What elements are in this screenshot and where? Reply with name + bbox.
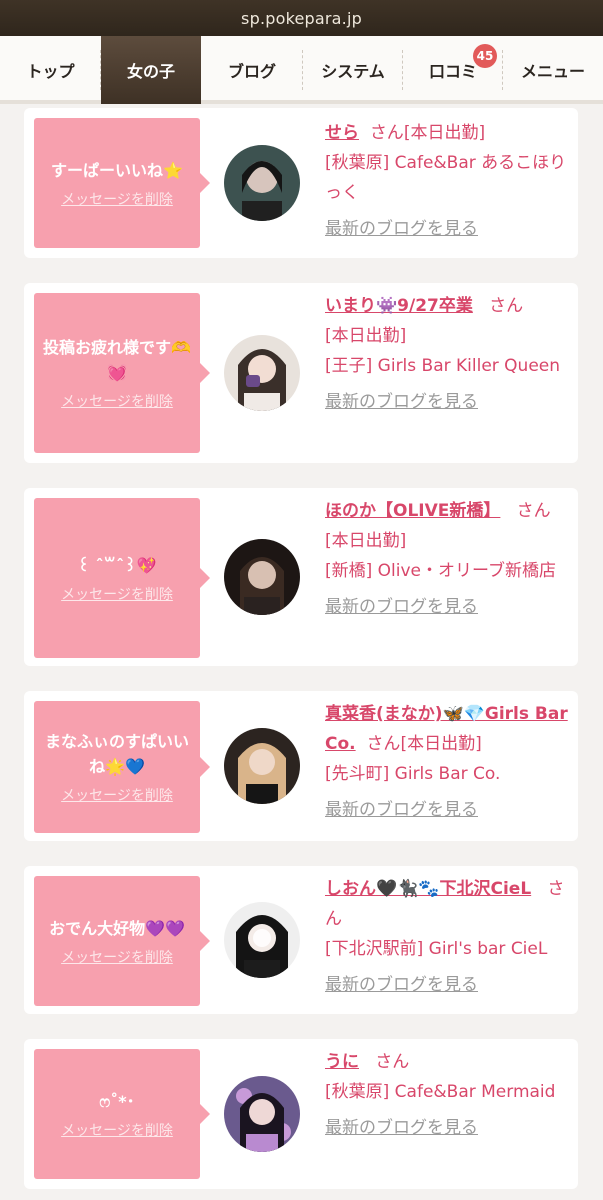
tab-girls[interactable]: 女の子: [101, 36, 201, 104]
avatar[interactable]: [224, 539, 300, 615]
avatar[interactable]: [224, 902, 300, 978]
like-card: ෆ˚*･ メッセージを削除 うに さん [秋葉原] Cafe&Bar Merma…: [24, 1039, 578, 1189]
latest-blog-link[interactable]: 最新のブログを見る: [325, 1113, 571, 1143]
latest-blog-link[interactable]: 最新のブログを見る: [325, 970, 571, 1000]
shop-location: [新橋] Olive・オリーブ新橋店: [325, 561, 556, 581]
latest-blog-link[interactable]: 最新のブログを見る: [325, 795, 571, 825]
address-bar[interactable]: sp.pokepara.jp: [0, 0, 603, 36]
url-text: sp.pokepara.jp: [241, 8, 362, 28]
delete-message-link[interactable]: メッセージを削除: [61, 949, 173, 967]
avatar[interactable]: [224, 145, 300, 221]
message-bubble: まなふぃのすぱいいね🌟💙 メッセージを削除: [34, 701, 210, 833]
message-bubble: おでん大好物💜💜 メッセージを削除: [34, 876, 210, 1006]
message-text: 投稿お疲れ様です🫶💓: [43, 338, 191, 382]
tab-menu[interactable]: メニュー: [503, 36, 603, 104]
like-card: 投稿お疲れ様です🫶💓 メッセージを削除 いまり👾9/27卒業 さん [本日出勤]…: [24, 283, 578, 463]
review-count-badge: 45: [473, 44, 497, 68]
girl-name-link[interactable]: せら: [325, 123, 359, 143]
latest-blog-link[interactable]: 最新のブログを見る: [325, 214, 571, 244]
girl-info: いまり👾9/27卒業 さん [本日出勤] [王子] Girls Bar Kill…: [325, 291, 571, 417]
girl-name-link[interactable]: いまり👾9/27卒業: [325, 296, 473, 316]
girl-info: うに さん [秋葉原] Cafe&Bar Mermaid 最新のブログを見る: [325, 1047, 571, 1143]
avatar[interactable]: [224, 728, 300, 804]
like-card: すーぱーいいね⭐ メッセージを削除 せら さん[本日出勤] [秋葉原] Cafe…: [24, 108, 578, 258]
girl-info: 真菜香(まなか)🦋💎Girls Bar Co. さん[本日出勤] [先斗町] G…: [325, 699, 571, 825]
tab-reviews[interactable]: 口コミ 45: [403, 36, 503, 104]
like-card: おでん大好物💜💜 メッセージを削除 しおん🖤🐈‍⬛🐾下北沢CieL さん [下北…: [24, 866, 578, 1014]
message-bubble: すーぱーいいね⭐ メッセージを削除: [34, 118, 210, 248]
girl-name-link[interactable]: うに: [325, 1052, 359, 1072]
message-text: すーぱーいいね⭐: [51, 160, 183, 180]
girl-name-link[interactable]: ほのか【OLIVE新橋】: [325, 501, 500, 521]
message-bubble: 投稿お疲れ様です🫶💓 メッセージを削除: [34, 293, 210, 453]
tab-system[interactable]: システム: [303, 36, 403, 104]
message-bubble: ෆ˚*･ メッセージを削除: [34, 1049, 210, 1179]
delete-message-link[interactable]: メッセージを削除: [61, 393, 173, 411]
shop-location: [先斗町] Girls Bar Co.: [325, 764, 501, 784]
like-card: ꒰ ˆ꒳ˆ꒱💖 メッセージを削除 ほのか【OLIVE新橋】 さん[本日出勤] […: [24, 488, 578, 666]
avatar[interactable]: [224, 335, 300, 411]
main-nav: トップ 女の子 ブログ システム 口コミ 45 メニュー: [0, 36, 603, 104]
delete-message-link[interactable]: メッセージを削除: [61, 1122, 173, 1140]
message-text: ෆ˚*･: [99, 1091, 135, 1111]
message-text: まなふぃのすぱいいね🌟💙: [44, 732, 189, 776]
avatar[interactable]: [224, 1076, 300, 1152]
shop-location: [秋葉原] Cafe&Bar Mermaid: [325, 1082, 556, 1102]
latest-blog-link[interactable]: 最新のブログを見る: [325, 592, 571, 622]
girl-name-link[interactable]: しおん🖤🐈‍⬛🐾下北沢CieL: [325, 879, 531, 899]
delete-message-link[interactable]: メッセージを削除: [61, 191, 173, 209]
delete-message-link[interactable]: メッセージを削除: [61, 787, 173, 805]
message-text: ꒰ ˆ꒳ˆ꒱💖: [77, 555, 157, 575]
tab-blog[interactable]: ブログ: [201, 36, 303, 104]
girl-info: ほのか【OLIVE新橋】 さん[本日出勤] [新橋] Olive・オリーブ新橋店…: [325, 496, 571, 622]
shop-location: [秋葉原] Cafe&Bar あるこほりっく: [325, 153, 567, 203]
tab-top[interactable]: トップ: [0, 36, 101, 104]
shop-location: [下北沢駅前] Girl's bar CieL: [325, 939, 548, 959]
girl-info: しおん🖤🐈‍⬛🐾下北沢CieL さん [下北沢駅前] Girl's bar Ci…: [325, 874, 571, 1000]
like-card: まなふぃのすぱいいね🌟💙 メッセージを削除 真菜香(まなか)🦋💎Girls Ba…: [24, 691, 578, 841]
message-bubble: ꒰ ˆ꒳ˆ꒱💖 メッセージを削除: [34, 498, 210, 658]
girl-info: せら さん[本日出勤] [秋葉原] Cafe&Bar あるこほりっく 最新のブロ…: [325, 118, 571, 244]
delete-message-link[interactable]: メッセージを削除: [61, 586, 173, 604]
shop-location: [本日出勤] [王子] Girls Bar Killer Queen: [325, 326, 561, 376]
latest-blog-link[interactable]: 最新のブログを見る: [325, 387, 571, 417]
message-text: おでん大好物💜💜: [49, 918, 185, 938]
